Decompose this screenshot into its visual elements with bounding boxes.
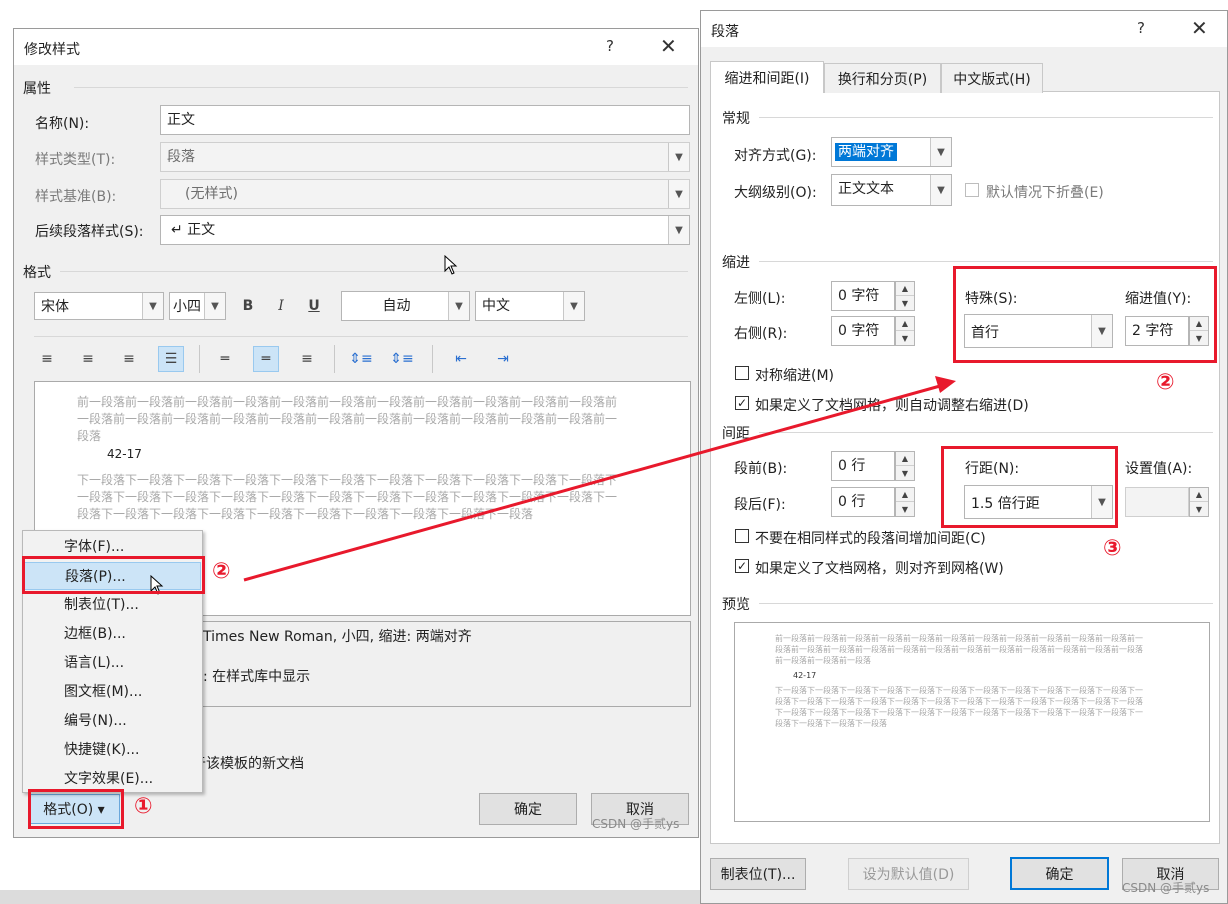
annotation-number-2-right: ② [1156, 370, 1175, 395]
highlight-line-spacing [941, 446, 1118, 528]
annotation-number-3: ③ [1103, 536, 1122, 561]
highlight-special-indent [953, 266, 1217, 363]
